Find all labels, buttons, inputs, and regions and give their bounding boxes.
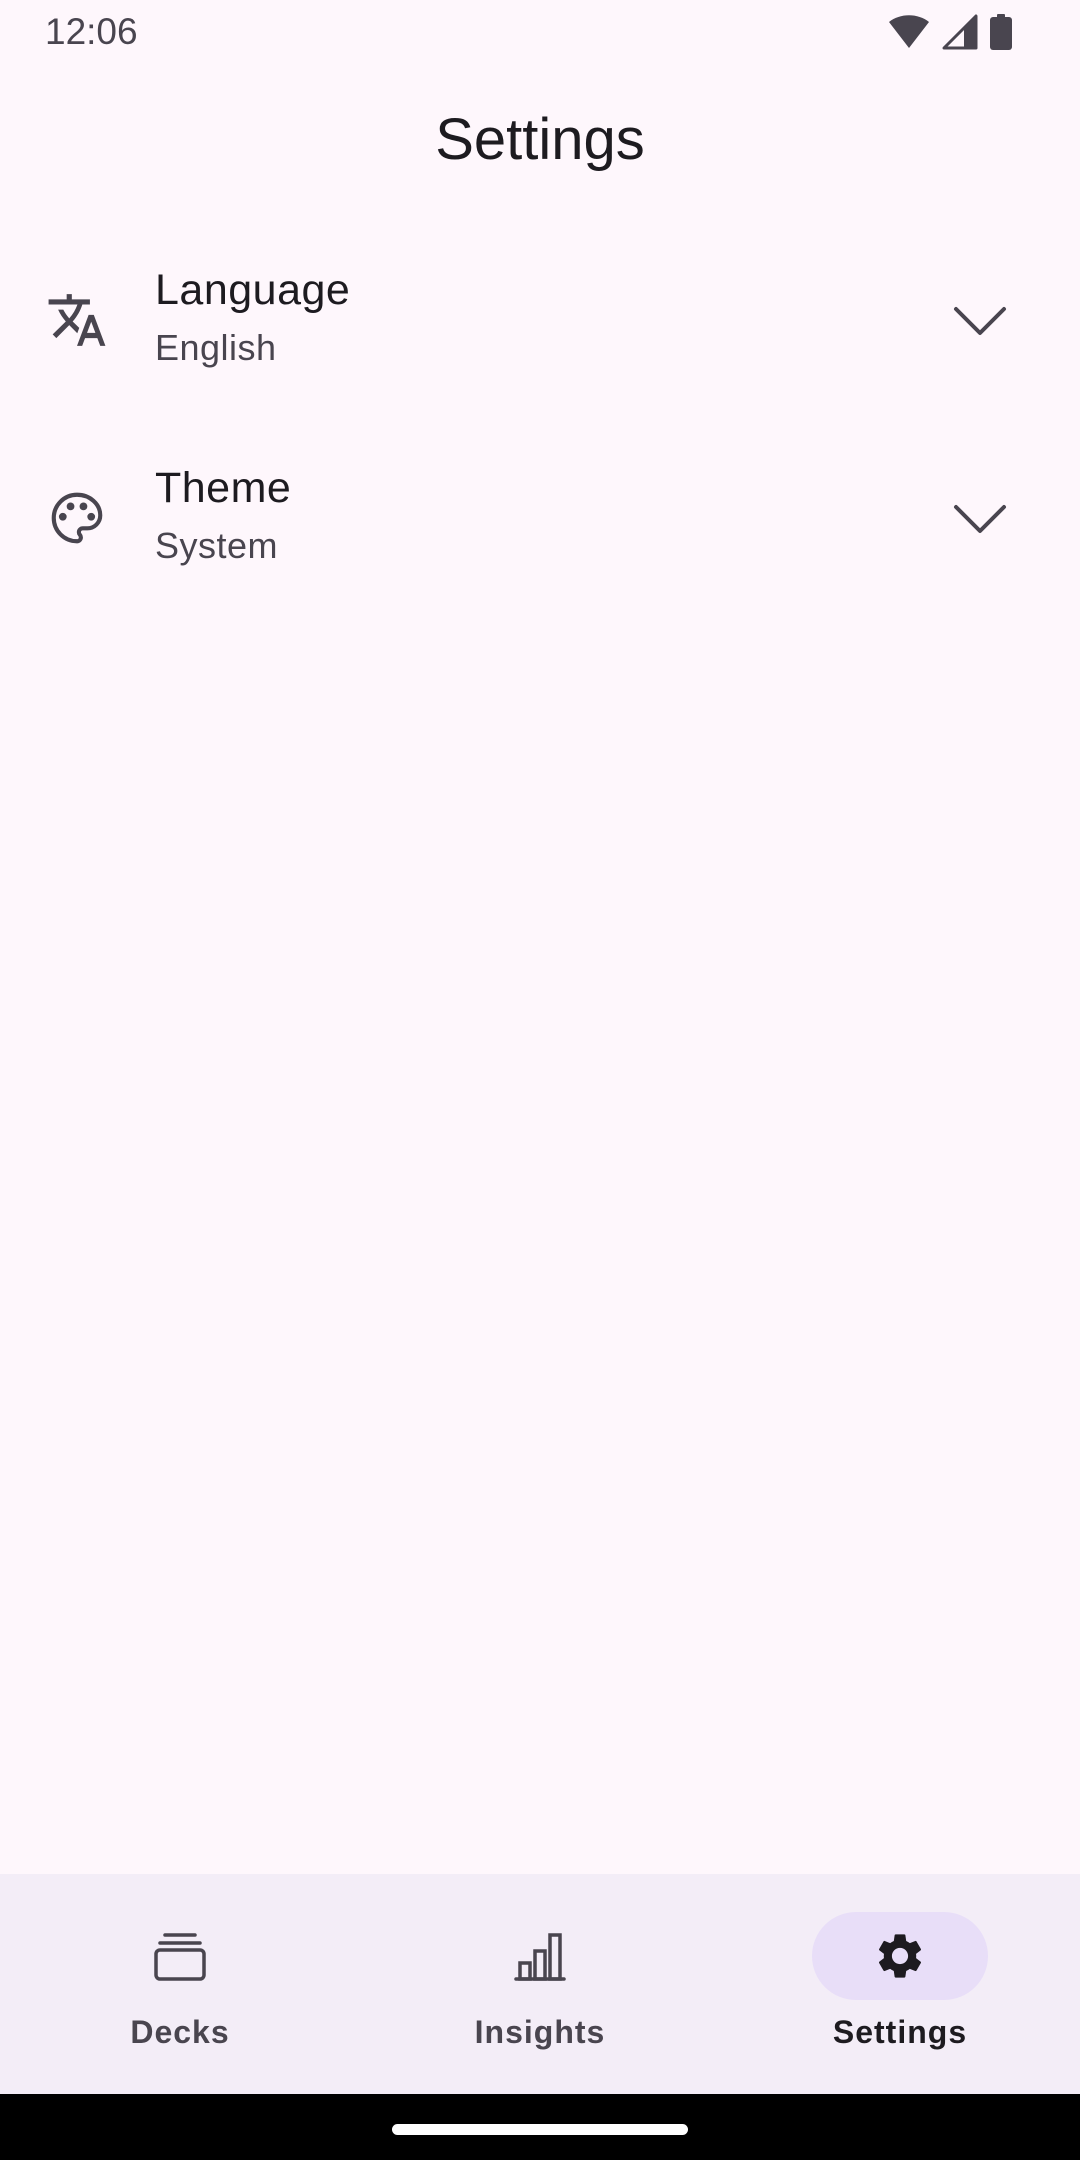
nav-label-settings: Settings <box>832 2014 968 2050</box>
cellular-signal-icon <box>942 14 978 50</box>
nav-label-decks: Decks <box>130 2014 230 2050</box>
language-setting-row[interactable]: Language English <box>0 221 1080 419</box>
nav-item-insights[interactable]: Insights <box>360 1874 720 2094</box>
translate-icon <box>48 294 106 346</box>
nav-label-insights: Insights <box>474 2014 606 2050</box>
bar-chart-icon <box>514 1933 566 1981</box>
status-icons <box>888 14 1012 50</box>
chevron-down-icon[interactable] <box>950 299 1010 343</box>
status-bar: 12:06 <box>0 0 1080 66</box>
wifi-icon <box>889 15 929 48</box>
chevron-down-icon[interactable] <box>950 497 1010 541</box>
battery-icon <box>990 14 1012 50</box>
gesture-navigation-bar <box>0 2094 1080 2160</box>
home-gesture-handle[interactable] <box>392 2124 688 2135</box>
decks-icon <box>154 1933 206 1981</box>
theme-setting-row[interactable]: Theme System <box>0 419 1080 617</box>
theme-title: Theme <box>155 464 292 512</box>
status-time: 12:06 <box>45 11 138 52</box>
bottom-navigation-bar: Decks Insights Settings <box>0 1874 1080 2094</box>
palette-icon <box>51 492 103 544</box>
language-title: Language <box>155 266 351 314</box>
theme-value: System <box>155 525 279 566</box>
gear-icon <box>878 1934 922 1978</box>
page-title: Settings <box>435 107 645 172</box>
language-value: English <box>155 327 277 368</box>
nav-item-decks[interactable]: Decks <box>0 1874 360 2094</box>
nav-item-settings[interactable]: Settings <box>720 1874 1080 2094</box>
